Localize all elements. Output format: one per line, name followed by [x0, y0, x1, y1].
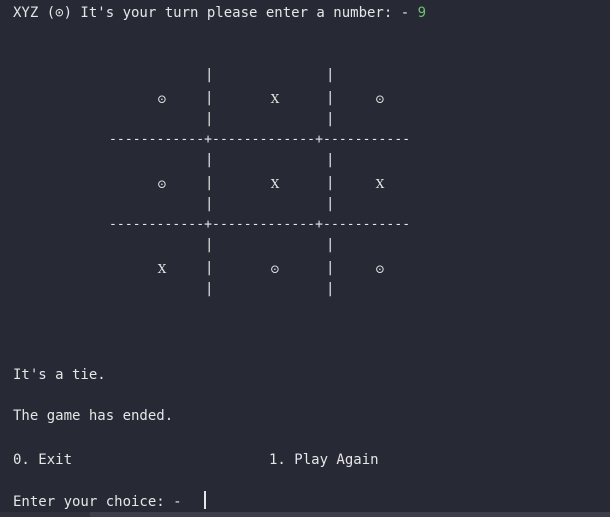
- board-bar: |: [205, 281, 214, 297]
- board-separator: ------------+-------------+-----------: [109, 217, 411, 232]
- board-separator: ------------+-------------+-----------: [109, 132, 411, 147]
- board-bar: |: [205, 152, 214, 168]
- board-bar: |: [205, 196, 214, 212]
- board-cell-2: X: [270, 92, 280, 106]
- board-bar: |: [205, 67, 214, 83]
- menu-option-play-again: 1. Play Again: [269, 452, 379, 468]
- board-cell-7: X: [157, 262, 167, 276]
- board-bar: |: [326, 196, 335, 212]
- board-bar: |: [326, 90, 335, 106]
- board-cell-5: X: [270, 177, 280, 191]
- board-cell-4: ⊙: [156, 177, 168, 191]
- turn-prompt: XYZ (⊙) It's your turn please enter a nu…: [13, 5, 418, 21]
- board-bar: |: [326, 175, 335, 191]
- board-cell-6: X: [375, 177, 385, 191]
- board-bar: |: [205, 111, 214, 127]
- game-status-message: The game has ended.: [13, 408, 174, 424]
- board-bar: |: [326, 237, 335, 253]
- turn-input-value: 9: [417, 5, 427, 21]
- board-bar: |: [326, 111, 335, 127]
- scrollbar-thumb[interactable]: [90, 512, 610, 517]
- input-cursor[interactable]: [204, 491, 206, 509]
- board-bar: |: [326, 281, 335, 297]
- board-bar: |: [205, 90, 214, 106]
- board-bar: |: [326, 67, 335, 83]
- board-bar: |: [326, 260, 335, 276]
- choice-prompt: Enter your choice: -: [13, 494, 182, 510]
- menu-option-exit: 0. Exit: [13, 452, 73, 468]
- board-bar: |: [205, 175, 214, 191]
- board-cell-3: ⊙: [374, 92, 386, 106]
- turn-prompt-line: XYZ (⊙) It's your turn please enter a nu…: [13, 4, 426, 22]
- board-cell-9: ⊙: [374, 262, 386, 276]
- result-message: It's a tie.: [13, 367, 106, 383]
- board-cell-1: ⊙: [156, 92, 168, 106]
- board-bar: |: [326, 152, 335, 168]
- board-cell-8: ⊙: [269, 262, 281, 276]
- board-bar: |: [205, 260, 214, 276]
- horizontal-scrollbar[interactable]: [0, 512, 610, 517]
- board-bar: |: [205, 237, 214, 253]
